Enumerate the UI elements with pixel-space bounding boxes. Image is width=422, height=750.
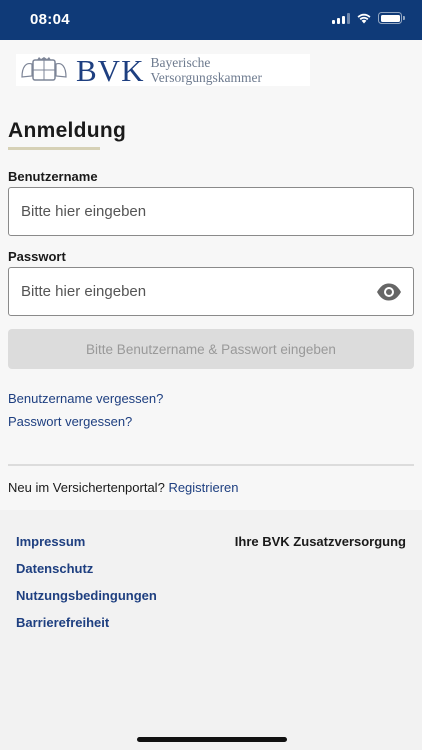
divider (8, 464, 414, 466)
home-indicator[interactable] (137, 737, 287, 742)
username-label: Benutzername (8, 169, 98, 184)
coat-of-arms-icon (21, 57, 67, 81)
logo-subtitle: Bayerische Versorgungskammer (150, 55, 261, 85)
battery-icon (378, 12, 405, 24)
footer-link-impressum[interactable]: Impressum (16, 534, 85, 549)
new-user-text: Neu im Versichertenportal? (8, 480, 165, 495)
username-input[interactable]: Bitte hier eingeben (8, 187, 414, 236)
register-link[interactable]: Registrieren (168, 480, 238, 495)
page-title: Anmeldung (8, 119, 127, 142)
login-button[interactable]: Bitte Benutzername & Passwort eingeben (8, 329, 414, 369)
logo-line-2: Versorgungskammer (150, 70, 262, 85)
forgot-username-link[interactable]: Benutzername vergessen? (8, 391, 163, 406)
bvk-logo: BVK Bayerische Versorgungskammer (16, 54, 310, 86)
username-placeholder: Bitte hier eingeben (21, 203, 147, 220)
logo-line-1: Bayerische (150, 55, 211, 70)
password-label: Passwort (8, 249, 66, 264)
eye-icon[interactable] (376, 282, 402, 302)
status-bar: 08:04 (0, 0, 422, 40)
title-underline (8, 147, 100, 150)
wifi-icon (357, 13, 371, 24)
footer-link-nutzungsbedingungen[interactable]: Nutzungsbedingungen (16, 588, 157, 603)
forgot-password-link[interactable]: Passwort vergessen? (8, 414, 132, 429)
signal-icon (332, 12, 350, 24)
login-panel: BVK Bayerische Versorgungskammer Anmeldu… (0, 40, 422, 510)
footer-brand: Ihre BVK Zusatzversorgung (234, 534, 406, 549)
footer-link-datenschutz[interactable]: Datenschutz (16, 561, 93, 576)
footer-link-barrierefreiheit[interactable]: Barrierefreiheit (16, 615, 109, 630)
password-placeholder: Bitte hier eingeben (21, 283, 147, 300)
logo-acronym: BVK (76, 52, 145, 88)
password-input[interactable]: Bitte hier eingeben (8, 267, 414, 316)
register-row: Neu im Versichertenportal? Registrieren (8, 480, 239, 495)
status-time: 08:04 (30, 11, 70, 28)
status-icons (332, 12, 405, 24)
